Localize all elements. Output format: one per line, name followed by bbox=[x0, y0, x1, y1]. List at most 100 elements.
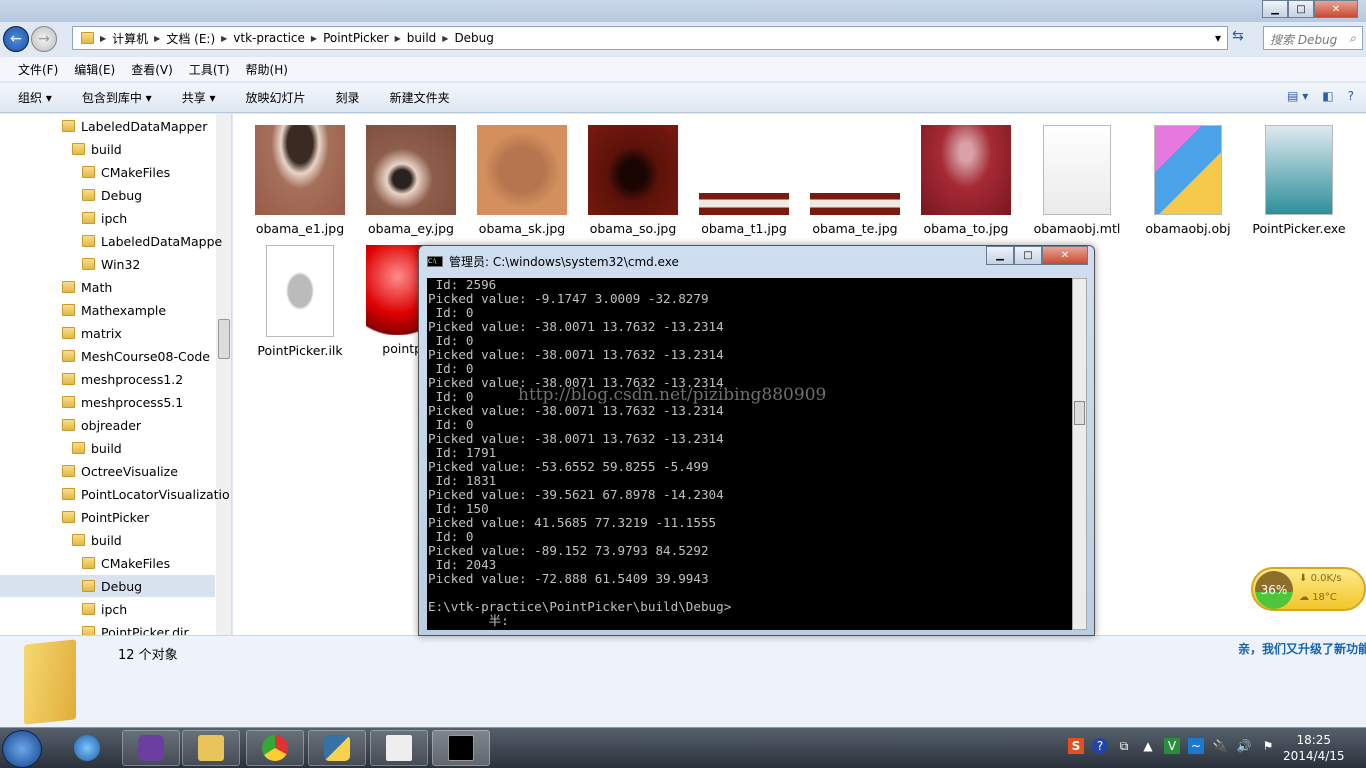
file-item[interactable]: obama_te.jpg bbox=[800, 125, 910, 236]
sidebar-item[interactable]: LabeledDataMappe bbox=[82, 230, 231, 252]
sidebar-item[interactable]: PointPicker.dir bbox=[82, 621, 231, 635]
file-item[interactable]: PointPicker.ilk bbox=[245, 245, 355, 358]
sidebar-item[interactable]: meshprocess5.1 bbox=[62, 391, 231, 413]
sidebar-item[interactable]: ipch bbox=[82, 598, 231, 620]
promo-text[interactable]: 亲，我们又升级了新功能 bbox=[1238, 640, 1366, 657]
help-tray-icon[interactable]: ? bbox=[1092, 738, 1108, 754]
sidebar-item-label: PointPicker bbox=[81, 509, 150, 525]
sidebar-item[interactable]: ipch bbox=[82, 207, 231, 229]
sidebar-item[interactable]: objreader bbox=[62, 414, 231, 436]
start-button[interactable] bbox=[2, 730, 42, 768]
close-button[interactable]: ✕ bbox=[1314, 0, 1358, 18]
sidebar-item[interactable]: build bbox=[72, 529, 231, 551]
address-dropdown-icon[interactable]: ▾ bbox=[1215, 31, 1221, 45]
sidebar-item[interactable]: Debug bbox=[0, 575, 215, 597]
file-item[interactable]: obama_sk.jpg bbox=[467, 125, 577, 236]
action-center-icon[interactable]: ⚑ bbox=[1260, 738, 1276, 754]
sidebar-item[interactable]: Math bbox=[62, 276, 231, 298]
scroll-thumb[interactable] bbox=[1074, 401, 1085, 425]
breadcrumb-separator[interactable]: ▶ bbox=[442, 34, 448, 43]
console-scrollbar[interactable] bbox=[1072, 278, 1087, 630]
breadcrumb-separator[interactable]: ▶ bbox=[395, 34, 401, 43]
show-hidden-icons[interactable]: ▲ bbox=[1140, 738, 1156, 754]
sidebar-item[interactable]: Win32 bbox=[82, 253, 231, 275]
breadcrumb-item[interactable]: vtk-practice bbox=[233, 31, 305, 45]
breadcrumb-item[interactable]: build bbox=[407, 31, 437, 45]
power-icon[interactable]: 🔌 bbox=[1212, 738, 1228, 754]
toolbar-button[interactable]: 新建文件夹 bbox=[390, 89, 450, 106]
sidebar-item[interactable]: CMakeFiles bbox=[82, 552, 231, 574]
sidebar-item[interactable]: Mathexample bbox=[62, 299, 231, 321]
folder-icon bbox=[62, 488, 75, 500]
forward-button[interactable]: → bbox=[31, 26, 57, 52]
speed-widget[interactable]: 36% ⬇ 0.0K/s ☁ 18°C bbox=[1251, 567, 1366, 611]
file-item[interactable]: obamaobj.obj bbox=[1133, 125, 1243, 236]
sidebar-item[interactable]: MeshCourse08-Code bbox=[62, 345, 231, 367]
taskbar-visual-studio[interactable] bbox=[122, 730, 180, 766]
toolbar-button[interactable]: 放映幻灯片 bbox=[246, 89, 306, 106]
security-icon[interactable]: V bbox=[1164, 738, 1180, 754]
address-bar[interactable]: ▶ 计算机 ▶ 文档 (E:) ▶ vtk-practice ▶ PointPicker ▶ bu… bbox=[72, 26, 1228, 50]
folder-icon bbox=[82, 166, 95, 178]
volume-icon[interactable]: 🔊 bbox=[1236, 738, 1252, 754]
sidebar-item[interactable]: PointLocatorVisualizatio bbox=[62, 483, 231, 505]
network-monitor-icon[interactable]: ~ bbox=[1188, 738, 1204, 754]
menu-item[interactable]: 编辑(E) bbox=[74, 61, 115, 78]
toolbar-button[interactable]: 刻录 bbox=[336, 89, 360, 106]
toolbar-button[interactable]: 共享 ▾ bbox=[182, 89, 216, 106]
breadcrumb-separator[interactable]: ▶ bbox=[221, 34, 227, 43]
console-output[interactable]: Id: 2596 Picked value: -9.1747 3.0009 -32… bbox=[427, 278, 1072, 630]
cmd-window[interactable]: C:\ 管理员: C:\windows\system32\cmd.exe ▁ □ ✕ … bbox=[418, 245, 1095, 636]
breadcrumb-item[interactable]: Debug bbox=[454, 31, 493, 45]
refresh-icon[interactable]: ⇆ bbox=[1232, 28, 1244, 44]
sidebar-item[interactable]: PointPicker bbox=[62, 506, 231, 528]
breadcrumb-separator[interactable]: ▶ bbox=[311, 34, 317, 43]
cmd-maximize-button[interactable]: □ bbox=[1014, 246, 1042, 265]
menu-item[interactable]: 文件(F) bbox=[18, 61, 58, 78]
breadcrumb-separator[interactable]: ▶ bbox=[154, 34, 160, 43]
view-icon[interactable]: ▤ ▾ bbox=[1287, 89, 1308, 103]
sidebar-item[interactable]: LabeledDataMapper bbox=[62, 115, 231, 137]
cmd-close-button[interactable]: ✕ bbox=[1042, 246, 1088, 265]
file-item[interactable]: obama_t1.jpg bbox=[689, 125, 799, 236]
taskbar-python[interactable] bbox=[308, 730, 366, 766]
file-item[interactable]: obama_so.jpg bbox=[578, 125, 688, 236]
back-button[interactable]: ← bbox=[3, 26, 29, 52]
breadcrumb-item[interactable]: 计算机 bbox=[112, 30, 148, 47]
file-item[interactable]: obama_ey.jpg bbox=[356, 125, 466, 236]
menu-item[interactable]: 帮助(H) bbox=[246, 61, 288, 78]
menu-item[interactable]: 查看(V) bbox=[131, 61, 173, 78]
sidebar-item[interactable]: meshprocess1.2 bbox=[62, 368, 231, 390]
clock[interactable]: 18:25 2014/4/15 bbox=[1283, 732, 1345, 764]
preview-pane-icon[interactable]: ◧ bbox=[1322, 89, 1333, 103]
sidebar-item-label: meshprocess5.1 bbox=[81, 394, 184, 410]
minimize-button[interactable]: ▁ bbox=[1262, 0, 1288, 18]
window-icon[interactable]: ⧉ bbox=[1116, 738, 1132, 754]
toolbar-button[interactable]: 包含到库中 ▾ bbox=[82, 89, 152, 106]
sogou-icon[interactable]: S bbox=[1068, 738, 1084, 754]
taskbar-explorer[interactable] bbox=[182, 730, 240, 766]
sidebar-item[interactable]: build bbox=[72, 138, 231, 160]
file-item[interactable]: obama_to.jpg bbox=[911, 125, 1021, 236]
taskbar-notepad[interactable] bbox=[370, 730, 428, 766]
toolbar-button[interactable]: 组织 ▾ bbox=[18, 89, 52, 106]
menu-item[interactable]: 工具(T) bbox=[189, 61, 230, 78]
sidebar-item[interactable]: Debug bbox=[82, 184, 231, 206]
search-input[interactable]: 搜索 Debug ⌕ bbox=[1263, 26, 1363, 50]
file-item[interactable]: obama_e1.jpg bbox=[245, 125, 355, 236]
file-item[interactable]: PointPicker.exe bbox=[1244, 125, 1354, 236]
taskbar-media[interactable] bbox=[62, 730, 112, 766]
breadcrumb-item[interactable]: PointPicker bbox=[323, 31, 389, 45]
breadcrumb-item[interactable]: 文档 (E:) bbox=[166, 30, 215, 47]
sidebar-item[interactable]: matrix bbox=[62, 322, 231, 344]
sidebar-item[interactable]: OctreeVisualize bbox=[62, 460, 231, 482]
file-item[interactable]: obamaobj.mtl bbox=[1022, 125, 1132, 236]
taskbar-cmd[interactable] bbox=[432, 730, 490, 766]
cmd-minimize-button[interactable]: ▁ bbox=[986, 246, 1014, 265]
taskbar-chrome[interactable] bbox=[246, 730, 304, 766]
breadcrumb-separator[interactable]: ▶ bbox=[100, 34, 106, 43]
maximize-button[interactable]: □ bbox=[1288, 0, 1314, 18]
sidebar-item[interactable]: build bbox=[72, 437, 231, 459]
sidebar-item[interactable]: CMakeFiles bbox=[82, 161, 231, 183]
help-icon[interactable]: ? bbox=[1348, 89, 1354, 103]
